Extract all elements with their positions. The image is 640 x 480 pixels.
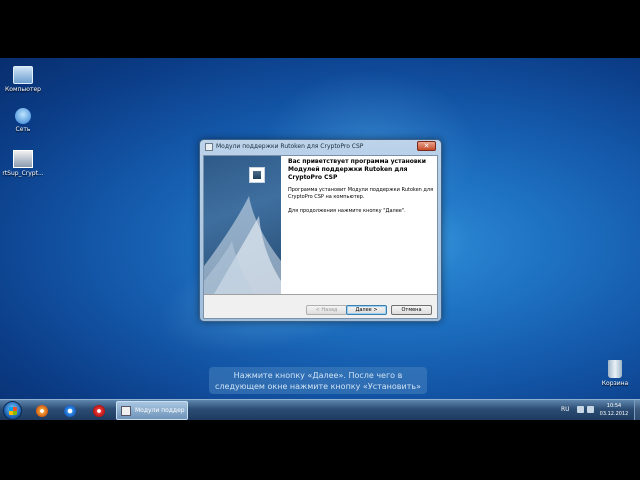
- clock-date: 03.12.2012: [599, 411, 629, 417]
- close-button[interactable]: ✕: [417, 141, 436, 151]
- opera-icon: [93, 405, 105, 417]
- desktop-icon-label: Компьютер: [5, 86, 41, 93]
- dialog-titlebar[interactable]: Модули поддержки Rutoken для CryptoPro C…: [200, 140, 441, 155]
- dialog-title: Модули поддержки Rutoken для CryptoPro C…: [216, 143, 364, 150]
- internet-explorer-icon: [64, 405, 76, 417]
- wizard-heading: Вас приветствует программа установки Мод…: [288, 158, 426, 181]
- desktop-icon-computer[interactable]: Компьютер: [0, 66, 46, 94]
- letterbox-top: [0, 0, 640, 58]
- back-button[interactable]: < Назад: [306, 305, 347, 315]
- desktop-icon-recycle-bin[interactable]: Корзина: [592, 360, 638, 388]
- pinned-cdburnerxp[interactable]: [30, 402, 54, 419]
- wizard-instruction: Для продолжения нажмите кнопку "Далее".: [288, 208, 406, 214]
- tutorial-caption: Нажмите кнопку «Далее». После чего в сле…: [209, 367, 427, 394]
- desktop-icon-label: rtSup_Crypt...: [2, 170, 44, 177]
- taskbar: Модули поддер... RU 10:54 03.12.2012: [0, 399, 640, 421]
- wizard-content: Вас приветствует программа установки Мод…: [281, 156, 437, 294]
- letterbox-bottom: [0, 420, 640, 480]
- pinned-internet-explorer[interactable]: [58, 402, 82, 419]
- installer-dialog: Модули поддержки Rutoken для CryptoPro C…: [199, 139, 442, 322]
- taskbar-item-label: Модули поддер...: [135, 407, 185, 414]
- clock-time: 10:54: [606, 403, 622, 409]
- banner-art: [204, 196, 281, 294]
- desktop-icon-setup[interactable]: rtSup_Crypt...: [0, 150, 46, 178]
- system-clock[interactable]: 10:54 03.12.2012: [598, 402, 630, 418]
- desktop-icon-label: Корзина: [601, 380, 629, 387]
- wizard-description: Программа установит Модули поддержки Rut…: [288, 187, 434, 200]
- taskbar-item-installer[interactable]: Модули поддер...: [116, 401, 188, 420]
- desktop-icon-label: Сеть: [15, 126, 31, 133]
- language-indicator[interactable]: RU: [561, 406, 570, 413]
- start-button[interactable]: [3, 401, 22, 420]
- network-icon: [15, 108, 31, 124]
- show-desktop-button[interactable]: [634, 400, 640, 421]
- app-icon: [205, 143, 213, 151]
- cancel-button[interactable]: Отмена: [391, 305, 432, 315]
- wizard-banner: [204, 156, 281, 294]
- installer-icon: [13, 150, 33, 168]
- pinned-opera[interactable]: [87, 402, 111, 419]
- installer-icon: [121, 406, 131, 416]
- windows-logo-icon: [9, 407, 17, 415]
- next-button[interactable]: Далее >: [346, 305, 387, 315]
- rutoken-logo-icon: [249, 167, 265, 183]
- divider: [204, 294, 437, 295]
- recycle-bin-icon: [608, 360, 622, 378]
- desktop-icon-network[interactable]: Сеть: [0, 108, 46, 134]
- computer-icon: [13, 66, 33, 84]
- dialog-client: Вас приветствует программа установки Мод…: [203, 155, 438, 319]
- tray-expand-icon[interactable]: [577, 406, 584, 413]
- cd-burner-icon: [36, 405, 48, 417]
- volume-icon[interactable]: [587, 406, 594, 413]
